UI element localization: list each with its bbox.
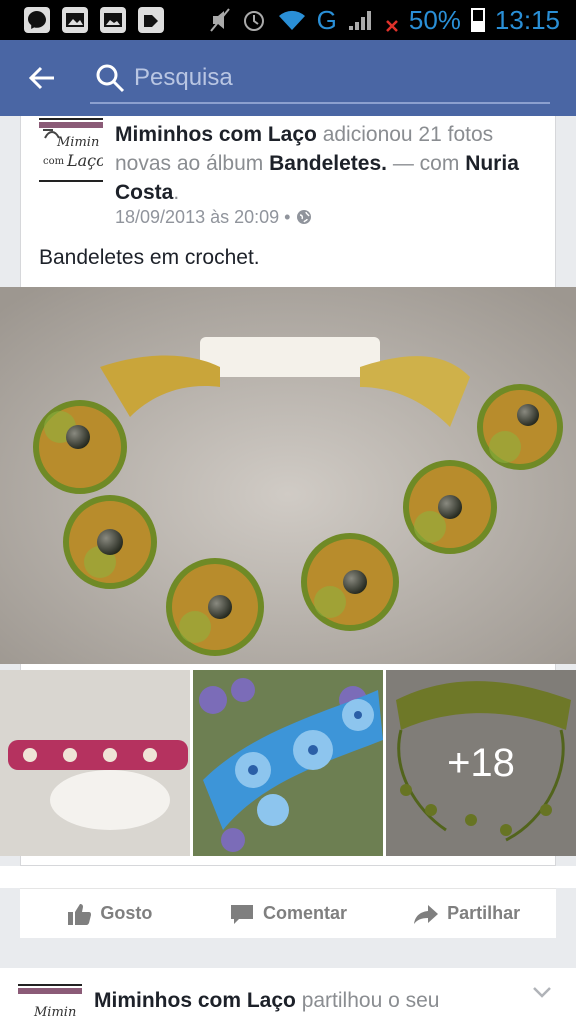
clock: 13:15 xyxy=(494,4,560,35)
avatar-logo: Mimin com Laço xyxy=(43,129,103,170)
share-button[interactable]: Partilhar xyxy=(377,889,556,938)
wifi-icon xyxy=(278,10,305,30)
post-actions: Gosto Comentar Partilhar xyxy=(20,888,556,938)
card-bottom xyxy=(20,856,556,866)
status-bar: G 50% 13:15 xyxy=(0,0,576,40)
search-underline xyxy=(90,102,550,104)
spacer xyxy=(0,866,576,888)
post-header-2: Miminhos com Laço partilhou o seu xyxy=(94,989,440,1012)
search-icon[interactable] xyxy=(94,62,126,94)
post-card-2: Mimin Miminhos com Laço partilhou o seu xyxy=(0,968,576,1028)
battery-percent: 50% xyxy=(408,4,461,35)
comment-button[interactable]: Comentar xyxy=(199,889,378,938)
search-input[interactable]: Pesquisa xyxy=(134,64,233,92)
page-name-link[interactable]: Miminhos com Laço xyxy=(115,123,317,146)
avatar-logo: Mimin xyxy=(18,988,82,1020)
chevron-down-icon[interactable] xyxy=(532,982,552,1005)
top-bar: Pesquisa xyxy=(0,40,576,116)
svg-text:Mimin: Mimin xyxy=(33,1005,76,1020)
thumbnail-photo[interactable] xyxy=(0,670,190,856)
svg-text:Laço: Laço xyxy=(66,151,103,170)
like-button[interactable]: Gosto xyxy=(20,889,199,938)
alarm-icon xyxy=(243,11,264,31)
page-avatar[interactable]: Mimin xyxy=(18,984,82,1024)
thumbnail-photo[interactable] xyxy=(193,670,383,856)
back-arrow-icon[interactable] xyxy=(22,60,62,96)
post-header: Miminhos com Laço adicionou 21 fotos nov… xyxy=(115,123,519,204)
thumbnail-photo-more[interactable]: +18 xyxy=(386,670,576,856)
network-type: G xyxy=(316,4,337,35)
battery-icon xyxy=(470,8,485,32)
no-sim-icon xyxy=(385,20,398,32)
post-caption: Bandeletes em crochet. xyxy=(39,246,260,269)
thumbs-up-icon xyxy=(68,903,92,925)
album-link[interactable]: Bandeletes. xyxy=(269,152,387,175)
mute-icon xyxy=(209,8,230,32)
main-photo[interactable] xyxy=(0,287,576,664)
comment-icon xyxy=(231,904,253,924)
post-meta: 18/09/2013 às 20:09 • xyxy=(115,207,313,228)
more-photos-count[interactable]: +18 xyxy=(386,670,576,856)
post-timestamp[interactable]: 18/09/2013 às 20:09 • xyxy=(115,207,290,227)
page-avatar[interactable]: Mimin com Laço xyxy=(39,118,103,182)
svg-text:Mimin: Mimin xyxy=(56,135,99,150)
signal-icon xyxy=(348,11,371,30)
globe-icon xyxy=(297,210,312,224)
page-name-link[interactable]: Miminhos com Laço xyxy=(94,989,296,1012)
image-icon xyxy=(100,7,126,33)
share-icon xyxy=(414,904,439,924)
svg-text:com: com xyxy=(43,156,65,167)
gallery-icon xyxy=(62,7,88,33)
messenger-icon xyxy=(24,7,50,33)
feed-divider xyxy=(0,938,576,968)
app-icon xyxy=(138,7,164,33)
